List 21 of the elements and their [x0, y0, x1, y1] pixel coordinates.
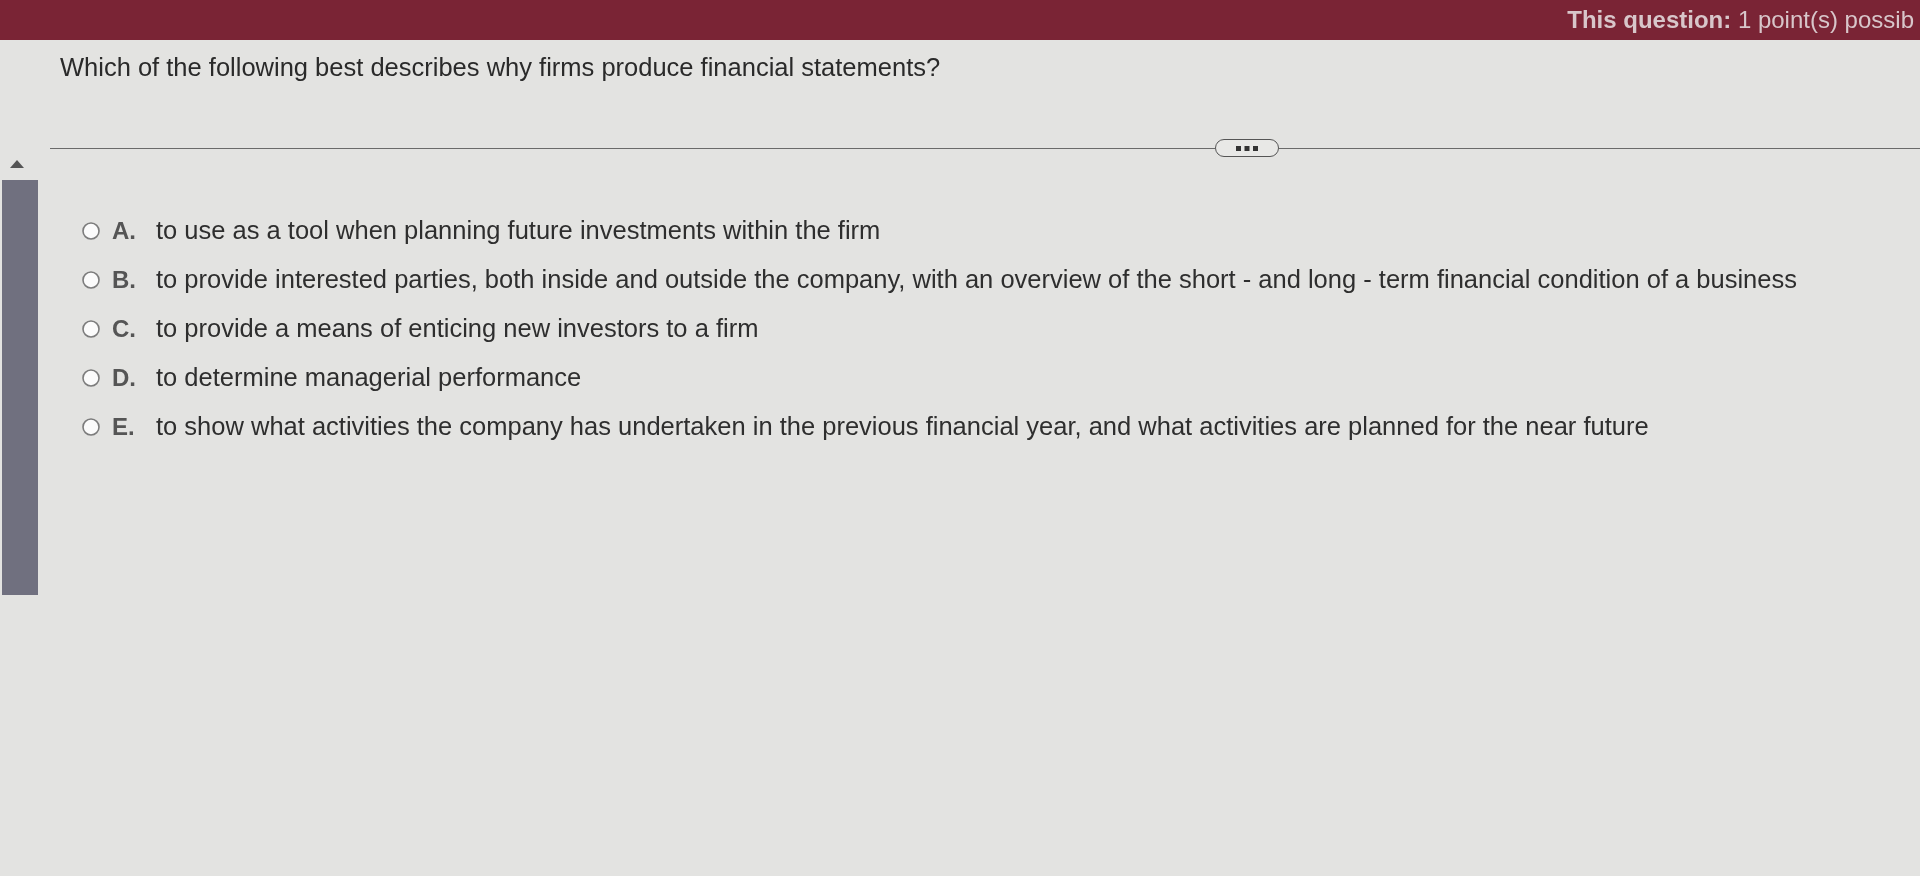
ellipsis-icon [1236, 145, 1258, 151]
more-button[interactable] [1215, 139, 1279, 157]
points-text: This question: 1 point(s) possib [1567, 5, 1915, 35]
radio-button[interactable] [82, 417, 100, 436]
radio-button[interactable] [82, 221, 100, 240]
radio-button[interactable] [82, 270, 100, 289]
option-text[interactable]: to provide a means of enticing new investors to a firm [156, 309, 759, 348]
option-text[interactable]: to show what activities the company has undertaken in the previous financial year, and what activities are planned for the near future [156, 407, 1649, 446]
scroll-up-icon[interactable] [10, 160, 24, 168]
option-letter: D. [112, 362, 137, 393]
radio-button[interactable] [82, 319, 100, 338]
option-text[interactable]: to use as a tool when planning future investments within the firm [156, 211, 881, 250]
option-letter: E. [112, 411, 136, 442]
scrollbar-thumb[interactable] [2, 180, 38, 595]
option-text[interactable]: to provide interested parties, both inside and outside the company, with an overview of the short - and long - term financial condition of a business [156, 260, 1797, 299]
option-letter: C. [112, 313, 137, 344]
option-letter: B. [112, 264, 137, 295]
option-letter: A. [112, 215, 137, 246]
radio-button[interactable] [82, 368, 100, 387]
question-text: Which of the following best describes why firms produce financial statements? [59, 52, 942, 82]
option-text[interactable]: to determine managerial performance [156, 358, 582, 397]
